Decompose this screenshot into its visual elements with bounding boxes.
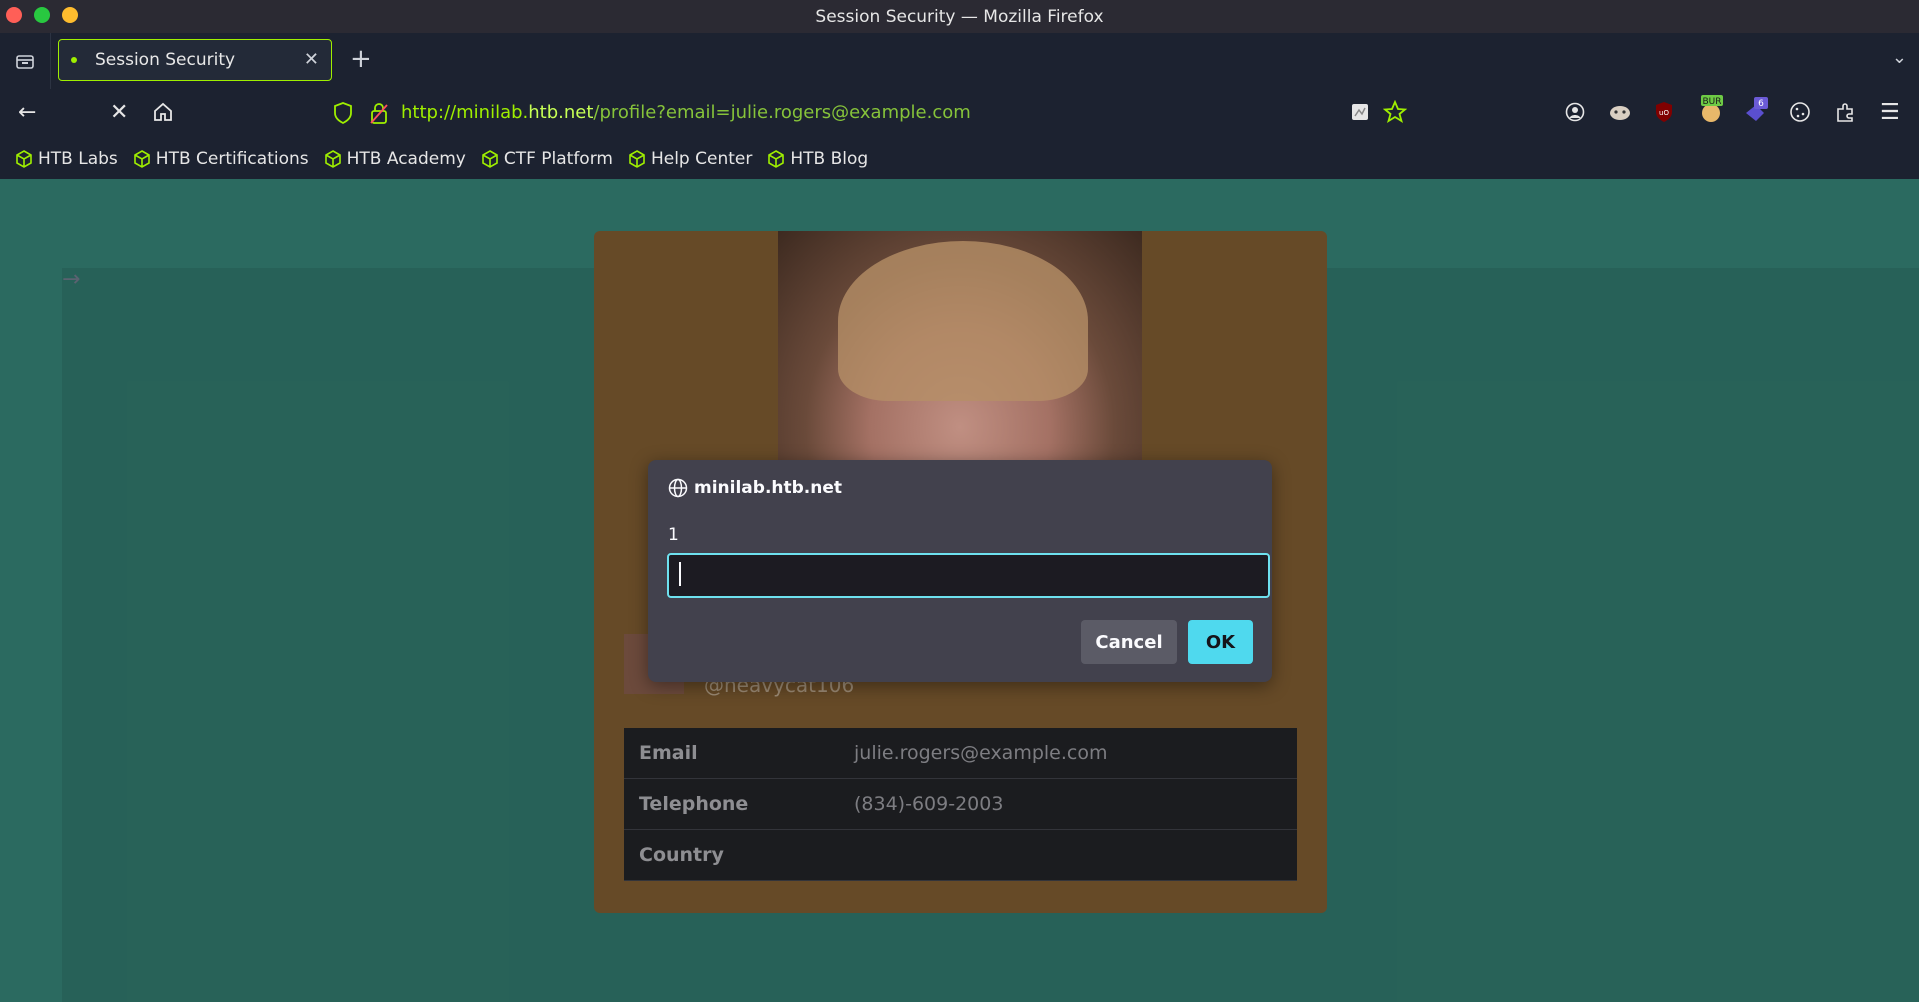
stop-loading-icon[interactable]: ✕ [110,101,128,125]
bookmarks-toolbar: HTB Labs HTB Certifications HTB Academy … [0,139,1919,179]
cube-icon [133,150,150,168]
row-value [839,829,1297,881]
bookmark-label: HTB Certifications [155,149,309,169]
dialog-origin: minilab.htb.net [694,478,843,498]
tab-session-security[interactable]: Session Security ✕ [58,39,332,81]
burp-badge-text: BUR [1702,97,1721,107]
bookmark-label: HTB Academy [346,149,466,169]
bookmark-label: Help Center [650,149,753,169]
bookmark-star-icon[interactable] [1382,99,1408,130]
globe-icon [668,478,688,498]
url-prefix: http://minilab. [401,102,529,123]
row-value: julie.rogers@example.com [839,728,1297,779]
close-window-button[interactable] [6,7,22,23]
cancel-button[interactable]: Cancel [1081,620,1177,664]
bookmark-label: HTB Labs [38,149,118,169]
window-title: Session Security — Mozilla Firefox [815,6,1104,27]
prompt-input[interactable] [667,553,1270,598]
back-arrow-icon[interactable]: ← [18,101,36,125]
new-tab-button[interactable]: + [350,45,372,73]
svg-text:uO: uO [1659,109,1669,117]
tab-strip: Session Security ✕ + ⌄ [0,33,1919,89]
profile-info-table: Email julie.rogers@example.com Telephone… [624,728,1297,881]
tracking-protection-shield-icon[interactable] [333,101,353,129]
bookmark-ctf-platform[interactable]: CTF Platform [482,149,613,169]
loading-dot-icon [71,57,77,63]
burp-extension-icon[interactable]: BUR [1697,95,1725,131]
ok-button[interactable]: OK [1188,620,1253,664]
window-titlebar: Session Security — Mozilla Firefox [0,0,1919,33]
account-icon[interactable] [1565,102,1585,128]
bookmark-label: CTF Platform [503,149,613,169]
cube-icon [482,150,498,168]
navigation-toolbar: ← → ✕ http://minilab.htb.net/profile?ema… [0,89,1919,1002]
dialog-message: 1 [668,525,679,545]
page-action-icon[interactable] [1350,102,1370,128]
url-host: htb.net [528,102,594,123]
extension-cat-icon[interactable] [1608,101,1632,129]
bookmark-help-center[interactable]: Help Center [629,149,752,169]
window-controls [6,7,78,23]
minimize-window-button[interactable] [62,7,78,23]
table-row: Telephone (834)-609-2003 [624,778,1297,830]
cookie-icon[interactable] [1789,101,1811,129]
row-label: Telephone [624,778,839,830]
ublock-origin-icon[interactable]: uO [1654,101,1674,129]
notification-extension-icon[interactable]: 6 [1742,95,1770,131]
text-caret [679,562,681,586]
bookmark-htb-certifications[interactable]: HTB Certifications [133,149,309,169]
bookmark-label: HTB Blog [790,149,869,169]
prompt-dialog: minilab.htb.net 1 Cancel OK [648,460,1272,682]
row-label: Country [624,829,839,881]
cube-icon [629,150,645,168]
row-value: (834)-609-2003 [839,778,1297,830]
list-tabs-chevron-icon[interactable]: ⌄ [1892,47,1907,68]
cube-icon [16,150,32,168]
url-path: /profile?email=julie.rogers@example.com [593,102,971,123]
table-row: Country [624,829,1297,881]
tab-overview-button[interactable] [0,33,51,89]
url-bar[interactable]: http://minilab.htb.net/profile?email=jul… [401,102,971,123]
bookmark-htb-academy[interactable]: HTB Academy [324,149,466,169]
notification-count: 6 [1758,99,1764,109]
bookmark-htb-blog[interactable]: HTB Blog [768,149,868,169]
cube-icon [324,150,341,168]
insecure-lock-icon[interactable] [369,101,389,129]
dialog-title: minilab.htb.net [668,478,842,498]
tab-overview-icon [16,55,34,69]
photo-detail [838,241,1088,401]
extensions-puzzle-icon[interactable] [1834,101,1856,129]
tab-label: Session Security [95,50,236,70]
row-label: Email [624,728,839,779]
bookmark-htb-labs[interactable]: HTB Labs [16,149,118,169]
cube-icon [768,150,785,168]
maximize-window-button[interactable] [34,7,50,23]
close-tab-icon[interactable]: ✕ [304,49,319,70]
home-icon[interactable] [152,101,174,129]
hamburger-menu-icon[interactable]: ☰ [1880,101,1900,125]
table-row: Email julie.rogers@example.com [624,728,1297,779]
